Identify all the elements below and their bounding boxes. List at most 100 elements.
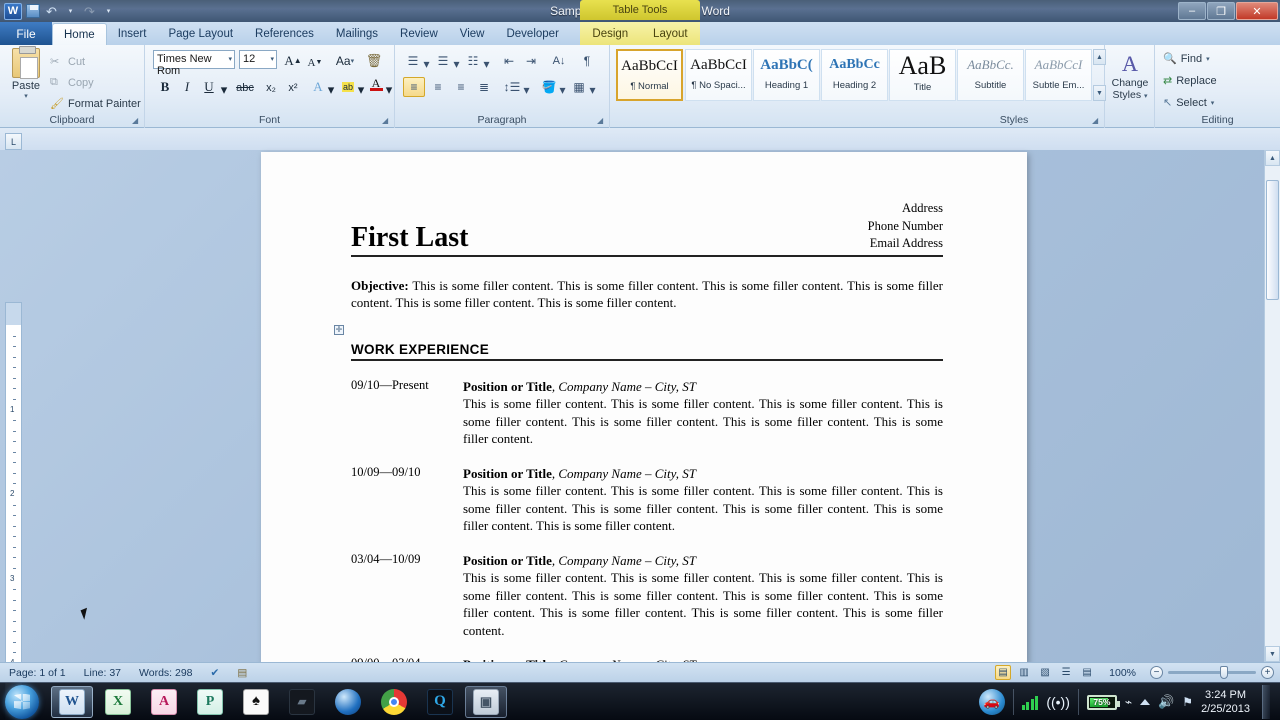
bold-button[interactable]: B [155,76,175,97]
numbering-button[interactable]: ☰ [433,51,453,71]
align-left-button[interactable]: ≡ [403,77,425,97]
redo-icon[interactable]: ↷ [81,3,98,20]
align-right-button[interactable]: ≡ [450,77,472,97]
save-icon[interactable] [24,3,41,20]
view-draft-icon[interactable]: ▤ [1079,665,1095,680]
style-no-spacing[interactable]: AaBbCcI ¶ No Spaci... [685,49,752,101]
tab-table-design[interactable]: Design [581,23,639,45]
show-hidden-icons-icon[interactable] [1140,699,1151,705]
scroll-down-icon[interactable]: ▼ [1265,646,1280,662]
taskbar-item-powerpoint[interactable]: P [189,686,231,718]
multilevel-dropdown-icon[interactable]: ▾ [482,54,491,74]
show-marks-button[interactable]: ¶ [577,51,597,71]
tab-page-layout[interactable]: Page Layout [157,23,244,45]
status-line[interactable]: Line: 37 [75,667,130,679]
format-painter-button[interactable]: 🖌 Format Painter [50,97,141,111]
clipboard-dialog-launcher-icon[interactable]: ◢ [132,116,141,125]
style-heading-1[interactable]: AaBbC( Heading 1 [753,49,820,101]
sort-button[interactable]: A↓ [549,51,569,71]
justify-button[interactable]: ≣ [473,77,495,97]
font-name-combobox[interactable]: Times New Rom ▾ [153,50,235,77]
numbering-dropdown-icon[interactable]: ▾ [452,54,461,74]
tab-home[interactable]: Home [52,23,107,45]
car-app-icon[interactable]: 🚗 [978,689,1005,715]
cut-button[interactable]: ✂ Cut [50,55,85,69]
tab-view[interactable]: View [449,23,496,45]
show-desktop-button[interactable] [1262,685,1270,719]
increase-indent-button[interactable]: ⇥ [521,51,541,71]
text-effects-dropdown-icon[interactable]: ▾ [326,79,336,100]
status-page[interactable]: Page: 1 of 1 [0,667,75,679]
select-button[interactable]: ↖ Select ▾ [1163,96,1214,110]
style-normal[interactable]: AaBbCcI ¶ Normal [616,49,683,101]
view-print-layout-icon[interactable]: ▤ [995,665,1012,680]
wireless-icon[interactable]: ((•)) [1046,694,1070,710]
find-dropdown-icon[interactable]: ▾ [1206,55,1210,63]
italic-button[interactable]: I [177,76,197,97]
highlight-dropdown-icon[interactable]: ▾ [356,79,366,100]
shading-button[interactable]: 🪣 [539,77,559,97]
clear-formatting-button[interactable]: 🗑 [363,50,385,71]
font-color-dropdown-icon[interactable]: ▾ [384,79,394,100]
tab-insert[interactable]: Insert [107,23,158,45]
font-color-button[interactable]: A [367,74,385,95]
action-center-flag-icon[interactable]: ⚑ [1182,695,1193,709]
view-web-layout-icon[interactable]: ▧ [1037,665,1053,680]
borders-dropdown-icon[interactable]: ▾ [588,80,597,100]
document-vertical-scrollbar[interactable]: ▲ ▼ [1264,150,1280,662]
zoom-in-button[interactable]: + [1261,666,1274,679]
restore-button[interactable]: ❐ [1207,2,1235,20]
bullets-button[interactable]: ☰ [403,51,423,71]
undo-icon[interactable]: ↶ [43,3,60,20]
font-dialog-launcher-icon[interactable]: ◢ [382,116,391,125]
customize-qat-icon[interactable]: ▾ [100,3,117,20]
align-center-button[interactable]: ≡ [427,77,449,97]
font-size-caret-icon[interactable]: ▾ [270,55,274,63]
taskbar-item-dark-app[interactable]: ▰ [281,686,323,718]
change-case-button[interactable]: Aa ▾ [331,50,359,71]
find-button[interactable]: 🔍 Find ▾ [1163,52,1210,66]
line-spacing-button[interactable]: ↕☰ [501,77,523,97]
multilevel-list-button[interactable]: ☷ [463,51,483,71]
tab-review[interactable]: Review [389,23,449,45]
borders-button[interactable]: ▦ [569,77,589,97]
tab-file[interactable]: File [0,22,52,45]
zoom-slider-thumb[interactable] [1220,666,1228,679]
zoom-slider[interactable] [1168,666,1256,679]
paste-button[interactable]: Paste ▾ [8,46,44,100]
word-logo-icon[interactable]: W [4,2,22,20]
plug-icon[interactable]: ⌁ [1125,695,1132,709]
subscript-button[interactable]: x₂ [261,77,281,98]
underline-dropdown-icon[interactable]: ▾ [219,79,229,100]
view-outline-icon[interactable]: ☰ [1058,665,1074,680]
shrink-font-button[interactable]: A ▼ [305,52,325,73]
clock[interactable]: 3:24 PM 2/25/2013 [1201,688,1254,716]
start-button[interactable] [5,684,39,719]
shading-dropdown-icon[interactable]: ▾ [558,80,567,100]
style-heading-2[interactable]: AaBbCc Heading 2 [821,49,888,101]
taskbar-item-quicktime[interactable]: Q [419,686,461,718]
tab-table-layout[interactable]: Layout [642,23,699,45]
minimize-button[interactable]: – [1178,2,1206,20]
status-words[interactable]: Words: 298 [130,667,202,679]
paragraph-dialog-launcher-icon[interactable]: ◢ [597,116,606,125]
underline-button[interactable]: U [199,76,219,97]
grow-font-button[interactable]: A ▲ [283,50,303,71]
tab-mailings[interactable]: Mailings [325,23,389,45]
text-highlight-button[interactable]: ab [339,76,357,97]
tab-stop-selector-button[interactable]: L [5,133,22,150]
taskbar-item-chrome[interactable] [373,686,415,718]
change-styles-dropdown-icon[interactable]: ▾ [1144,93,1148,100]
tab-developer[interactable]: Developer [495,23,569,45]
copy-button[interactable]: ⧉ Copy [50,76,94,90]
close-button[interactable]: ✕ [1236,2,1278,20]
battery-icon[interactable]: 75% [1086,694,1120,710]
scrollbar-thumb[interactable] [1266,180,1279,300]
taskbar-item-excel[interactable]: X [97,686,139,718]
paste-dropdown-icon[interactable]: ▾ [8,92,44,100]
style-title[interactable]: AaB Title [889,49,956,101]
taskbar-item-solitaire[interactable]: ♠ [235,686,277,718]
tab-references[interactable]: References [244,23,325,45]
replace-button[interactable]: ⇄ Replace [1163,74,1217,88]
network-signal-icon[interactable] [1021,695,1039,710]
